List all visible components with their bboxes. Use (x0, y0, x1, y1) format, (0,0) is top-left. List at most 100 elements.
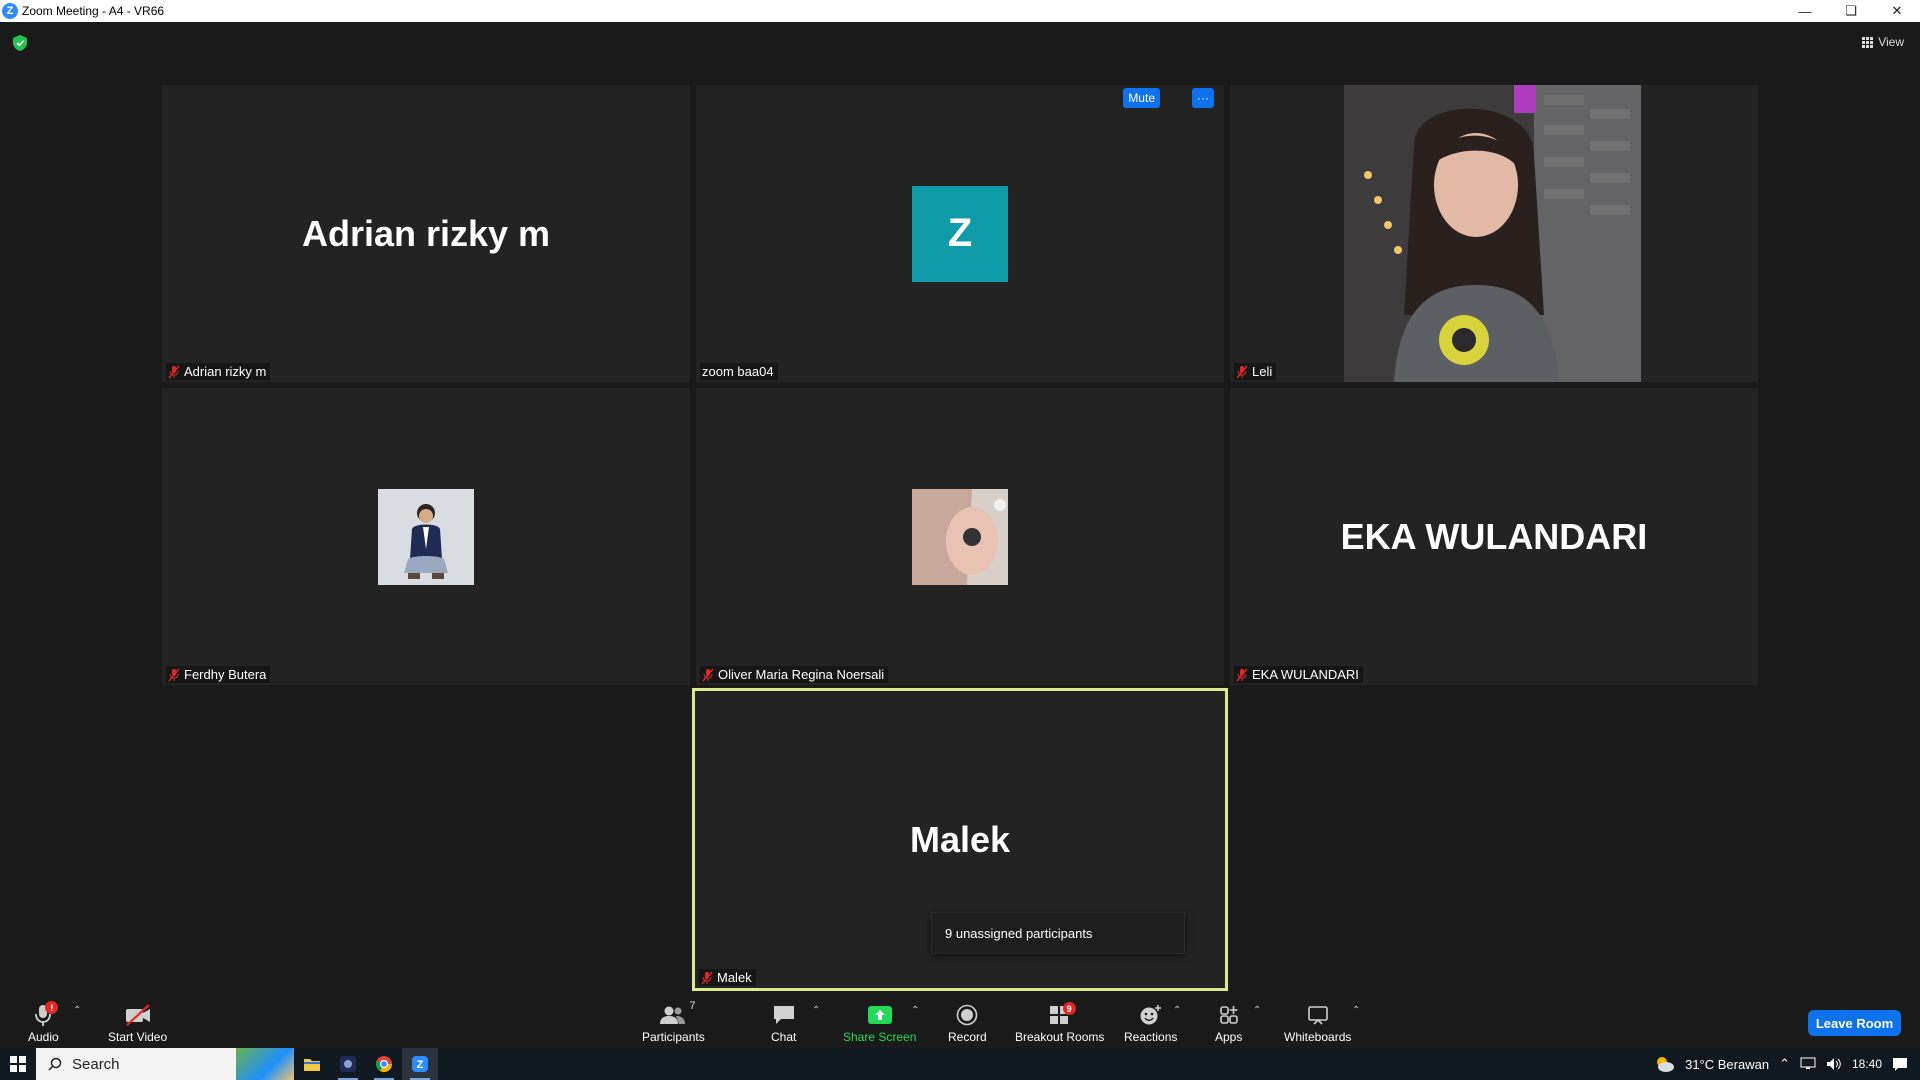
record-button[interactable]: Record (948, 1002, 987, 1044)
meeting-toolbar: ! Audio ⌃ Start Video 7 Participants Cha… (0, 992, 1920, 1048)
audio-options-chevron-icon[interactable]: ⌃ (73, 1005, 81, 1016)
zoom-logo-icon: Z (2, 3, 18, 19)
participant-name: Leli (1252, 364, 1273, 379)
zoom-taskbar-icon[interactable]: Z (402, 1048, 438, 1080)
apps-options-chevron-icon[interactable]: ⌃ (1253, 1005, 1261, 1016)
breakout-rooms-label: Breakout Rooms (1015, 1030, 1105, 1044)
audio-button[interactable]: ! Audio (28, 1001, 59, 1044)
audio-alert-badge: ! (45, 1001, 59, 1014)
volume-icon[interactable] (1826, 1057, 1842, 1071)
security-shield-icon[interactable] (13, 35, 27, 51)
start-video-button[interactable]: Start Video (108, 1002, 167, 1044)
chrome-icon[interactable] (366, 1048, 402, 1080)
breakout-rooms-button[interactable]: 9 Breakout Rooms (1015, 1002, 1104, 1044)
participants-button[interactable]: 7 Participants (642, 1000, 705, 1044)
whiteboards-button[interactable]: Whiteboards (1284, 1002, 1351, 1044)
avatar (912, 488, 1008, 585)
notification-icon[interactable] (1892, 1056, 1908, 1072)
apps-label: Apps (1215, 1030, 1243, 1044)
participants-label: Participants (642, 1030, 705, 1044)
participant-tile-leli[interactable]: Leli (1230, 85, 1758, 382)
participants-icon: 7 (659, 1000, 695, 1028)
search-label: Search (72, 1055, 120, 1073)
window-titlebar: Z Zoom Meeting - A4 - VR66 — ❏ ✕ (0, 0, 1920, 22)
windows-start-icon[interactable] (0, 1048, 36, 1080)
participant-label: Oliver Maria Regina Noersali (700, 666, 889, 683)
mic-muted-icon (702, 668, 714, 682)
file-explorer-icon[interactable] (294, 1048, 330, 1080)
participant-name: Malek (717, 970, 752, 985)
avatar (378, 488, 474, 585)
mic-muted-icon (701, 971, 713, 985)
taskbar-search-input[interactable]: Search (36, 1048, 294, 1080)
grid-view-icon (1862, 36, 1874, 48)
avatar: Z (912, 185, 1008, 282)
whiteboards-options-chevron-icon[interactable]: ⌃ (1352, 1005, 1360, 1016)
window-controls: — ❏ ✕ (1782, 0, 1920, 22)
participant-tile-ferdhy[interactable]: Ferdhy Butera (162, 388, 690, 685)
whiteboards-label: Whiteboards (1284, 1030, 1352, 1044)
chat-bubble-icon (772, 1002, 796, 1028)
record-label: Record (948, 1030, 987, 1044)
participant-name-display: Malek (909, 818, 1011, 860)
window-title: Zoom Meeting - A4 - VR66 (22, 4, 165, 18)
participant-name-display: Adrian rizky m (301, 212, 551, 254)
reactions-button[interactable]: Reactions (1124, 1002, 1177, 1044)
restore-icon[interactable]: ❏ (1828, 0, 1874, 22)
reactions-options-chevron-icon[interactable]: ⌃ (1173, 1005, 1181, 1016)
chat-label: Chat (771, 1030, 797, 1044)
participant-video (1344, 85, 1641, 382)
participant-label: zoom baa04 (700, 363, 778, 380)
app-icon[interactable] (330, 1048, 366, 1080)
video-off-icon (124, 1002, 152, 1028)
svg-text:Z: Z (417, 1059, 424, 1071)
participant-label: Adrian rizky m (166, 363, 271, 380)
network-icon[interactable] (1800, 1057, 1816, 1071)
mic-muted-icon (168, 668, 180, 682)
breakout-rooms-icon: 9 (1048, 1002, 1076, 1028)
participants-count: 7 (689, 1000, 696, 1012)
video-frame-art (1344, 85, 1641, 382)
apps-icon (1218, 1002, 1240, 1028)
mic-muted-icon (168, 365, 180, 379)
reactions-label: Reactions (1124, 1030, 1178, 1044)
system-tray: 31°C Berawan ⌃ 18:40 (1653, 1048, 1920, 1080)
more-options-button[interactable]: ··· (1192, 88, 1214, 108)
smiley-plus-icon (1139, 1002, 1163, 1028)
weather-text: 31°C Berawan (1685, 1056, 1770, 1072)
participant-name: EKA WULANDARI (1252, 667, 1359, 682)
meeting-area: View Adrian rizky m Adrian rizky m Z Mut… (0, 22, 1920, 992)
participant-name: zoom baa04 (702, 364, 774, 379)
minimize-icon[interactable]: — (1782, 0, 1828, 22)
view-button[interactable]: View (1862, 35, 1904, 49)
participant-label: EKA WULANDARI (1234, 666, 1363, 683)
share-screen-button[interactable]: Share Screen (843, 1002, 916, 1044)
chat-button[interactable]: Chat (771, 1002, 796, 1044)
clock-time[interactable]: 18:40 (1852, 1057, 1882, 1071)
share-options-chevron-icon[interactable]: ⌃ (911, 1005, 919, 1016)
audio-label: Audio (28, 1030, 59, 1044)
whiteboard-icon (1306, 1002, 1330, 1028)
unassigned-participants-tooltip: 9 unassigned participants (931, 912, 1185, 954)
microphone-icon: ! (33, 1001, 59, 1028)
participant-name: Ferdhy Butera (184, 667, 267, 682)
participant-label: Ferdhy Butera (166, 666, 271, 683)
os-taskbar: Search Z 31°C Berawan ⌃ 18:40 (0, 1048, 1920, 1080)
mute-button[interactable]: Mute (1123, 88, 1160, 108)
start-video-label: Start Video (108, 1030, 168, 1044)
participant-tile-eka[interactable]: EKA WULANDARI EKA WULANDARI (1230, 388, 1758, 685)
mic-muted-icon (1236, 365, 1248, 379)
record-icon (956, 1002, 978, 1028)
apps-button[interactable]: Apps (1215, 1002, 1242, 1044)
close-icon[interactable]: ✕ (1874, 0, 1920, 22)
participant-tile-zoom-baa04[interactable]: Z Mute ··· zoom baa04 (696, 85, 1224, 382)
participant-tile-oliver[interactable]: Oliver Maria Regina Noersali (696, 388, 1224, 685)
participant-name-display: EKA WULANDARI (1340, 515, 1648, 557)
view-label: View (1878, 35, 1904, 49)
participant-tile-adrian[interactable]: Adrian rizky m Adrian rizky m (162, 85, 690, 382)
chat-options-chevron-icon[interactable]: ⌃ (812, 1005, 820, 1016)
weather-cloud-icon (1657, 1057, 1675, 1072)
leave-room-button[interactable]: Leave Room (1808, 1010, 1901, 1036)
search-icon (48, 1057, 62, 1071)
tray-chevron-up-icon[interactable]: ⌃ (1779, 1056, 1790, 1072)
